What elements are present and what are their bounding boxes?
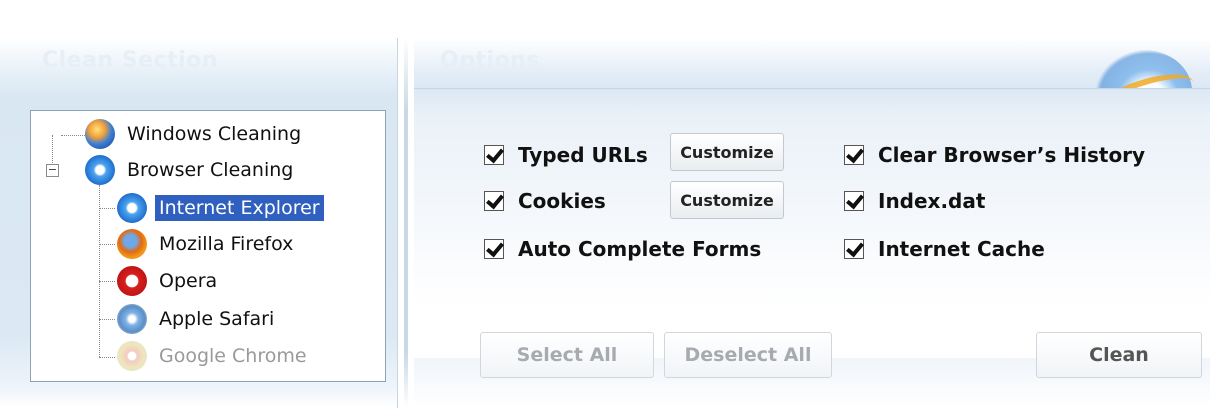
clean-button[interactable]: Clean bbox=[1036, 332, 1202, 378]
opera-icon bbox=[117, 266, 147, 296]
customize-typed-urls-button[interactable]: Customize bbox=[670, 133, 784, 171]
browser-tree: − Windows Cleaning Browser Cleaning Inte… bbox=[30, 110, 386, 382]
option-auto-complete-forms[interactable]: Auto Complete Forms bbox=[484, 237, 761, 261]
tree-line bbox=[99, 281, 115, 282]
collapse-toggle[interactable]: − bbox=[46, 164, 59, 177]
safari-icon bbox=[117, 304, 147, 334]
tree-item-windows-cleaning[interactable]: Windows Cleaning bbox=[85, 117, 305, 151]
select-all-button[interactable]: Select All bbox=[480, 332, 654, 378]
tree-line bbox=[99, 244, 115, 245]
option-typed-urls[interactable]: Typed URLs bbox=[484, 143, 648, 167]
windows-icon bbox=[85, 119, 115, 149]
tree-line bbox=[99, 319, 115, 320]
option-index-dat[interactable]: Index.dat bbox=[844, 189, 985, 213]
option-cookies[interactable]: Cookies bbox=[484, 189, 606, 213]
tree-item-label: Browser Cleaning bbox=[127, 159, 294, 181]
customize-cookies-button[interactable]: Customize bbox=[670, 181, 784, 219]
options-panel: Options Typed URLs Customize Cookies Cus… bbox=[414, 38, 1210, 408]
auto-complete-forms-checkbox[interactable] bbox=[484, 239, 504, 259]
index-dat-checkbox[interactable] bbox=[844, 191, 864, 211]
firefox-icon bbox=[117, 229, 147, 259]
tree-item-label: Windows Cleaning bbox=[127, 123, 302, 145]
tree-item-apple-safari[interactable]: Apple Safari bbox=[117, 302, 278, 336]
options-title: Options bbox=[440, 48, 540, 73]
tree-item-label: Apple Safari bbox=[159, 308, 275, 330]
ie-icon bbox=[85, 155, 115, 185]
tree-line bbox=[99, 185, 100, 357]
tree-item-internet-explorer[interactable]: Internet Explorer bbox=[117, 191, 324, 225]
panel-divider[interactable] bbox=[404, 38, 408, 408]
option-label: Internet Cache bbox=[878, 237, 1045, 261]
tree-item-google-chrome: Google Chrome bbox=[117, 339, 311, 373]
ie-icon bbox=[117, 193, 147, 223]
clean-section-title: Clean Section bbox=[42, 48, 218, 73]
option-label: Cookies bbox=[518, 189, 606, 213]
tree-item-opera[interactable]: Opera bbox=[117, 264, 221, 298]
tree-item-label: Internet Explorer bbox=[155, 195, 324, 221]
chrome-icon bbox=[117, 341, 147, 371]
clean-section-panel: Clean Section − Windows Cleaning Browser… bbox=[0, 38, 398, 408]
tree-item-browser-cleaning[interactable]: Browser Cleaning bbox=[85, 153, 297, 187]
tree-item-mozilla-firefox[interactable]: Mozilla Firefox bbox=[117, 227, 297, 261]
tree-line bbox=[99, 208, 115, 209]
option-label: Typed URLs bbox=[518, 143, 648, 167]
tree-line bbox=[61, 135, 85, 136]
option-clear-browser-history[interactable]: Clear Browser’s History bbox=[844, 143, 1145, 167]
typed-urls-checkbox[interactable] bbox=[484, 145, 504, 165]
option-internet-cache[interactable]: Internet Cache bbox=[844, 237, 1045, 261]
option-label: Auto Complete Forms bbox=[518, 237, 762, 261]
cookies-checkbox[interactable] bbox=[484, 191, 504, 211]
tree-line bbox=[99, 357, 115, 358]
internet-cache-checkbox[interactable] bbox=[844, 239, 864, 259]
option-label: Index.dat bbox=[878, 189, 986, 213]
options-area: Typed URLs Customize Cookies Customize A… bbox=[414, 88, 1210, 358]
option-label: Clear Browser’s History bbox=[878, 143, 1146, 167]
clear-history-checkbox[interactable] bbox=[844, 145, 864, 165]
tree-item-label: Google Chrome bbox=[159, 345, 307, 367]
tree-item-label: Opera bbox=[159, 270, 218, 292]
deselect-all-button[interactable]: Deselect All bbox=[664, 332, 832, 378]
tree-item-label: Mozilla Firefox bbox=[159, 233, 294, 255]
